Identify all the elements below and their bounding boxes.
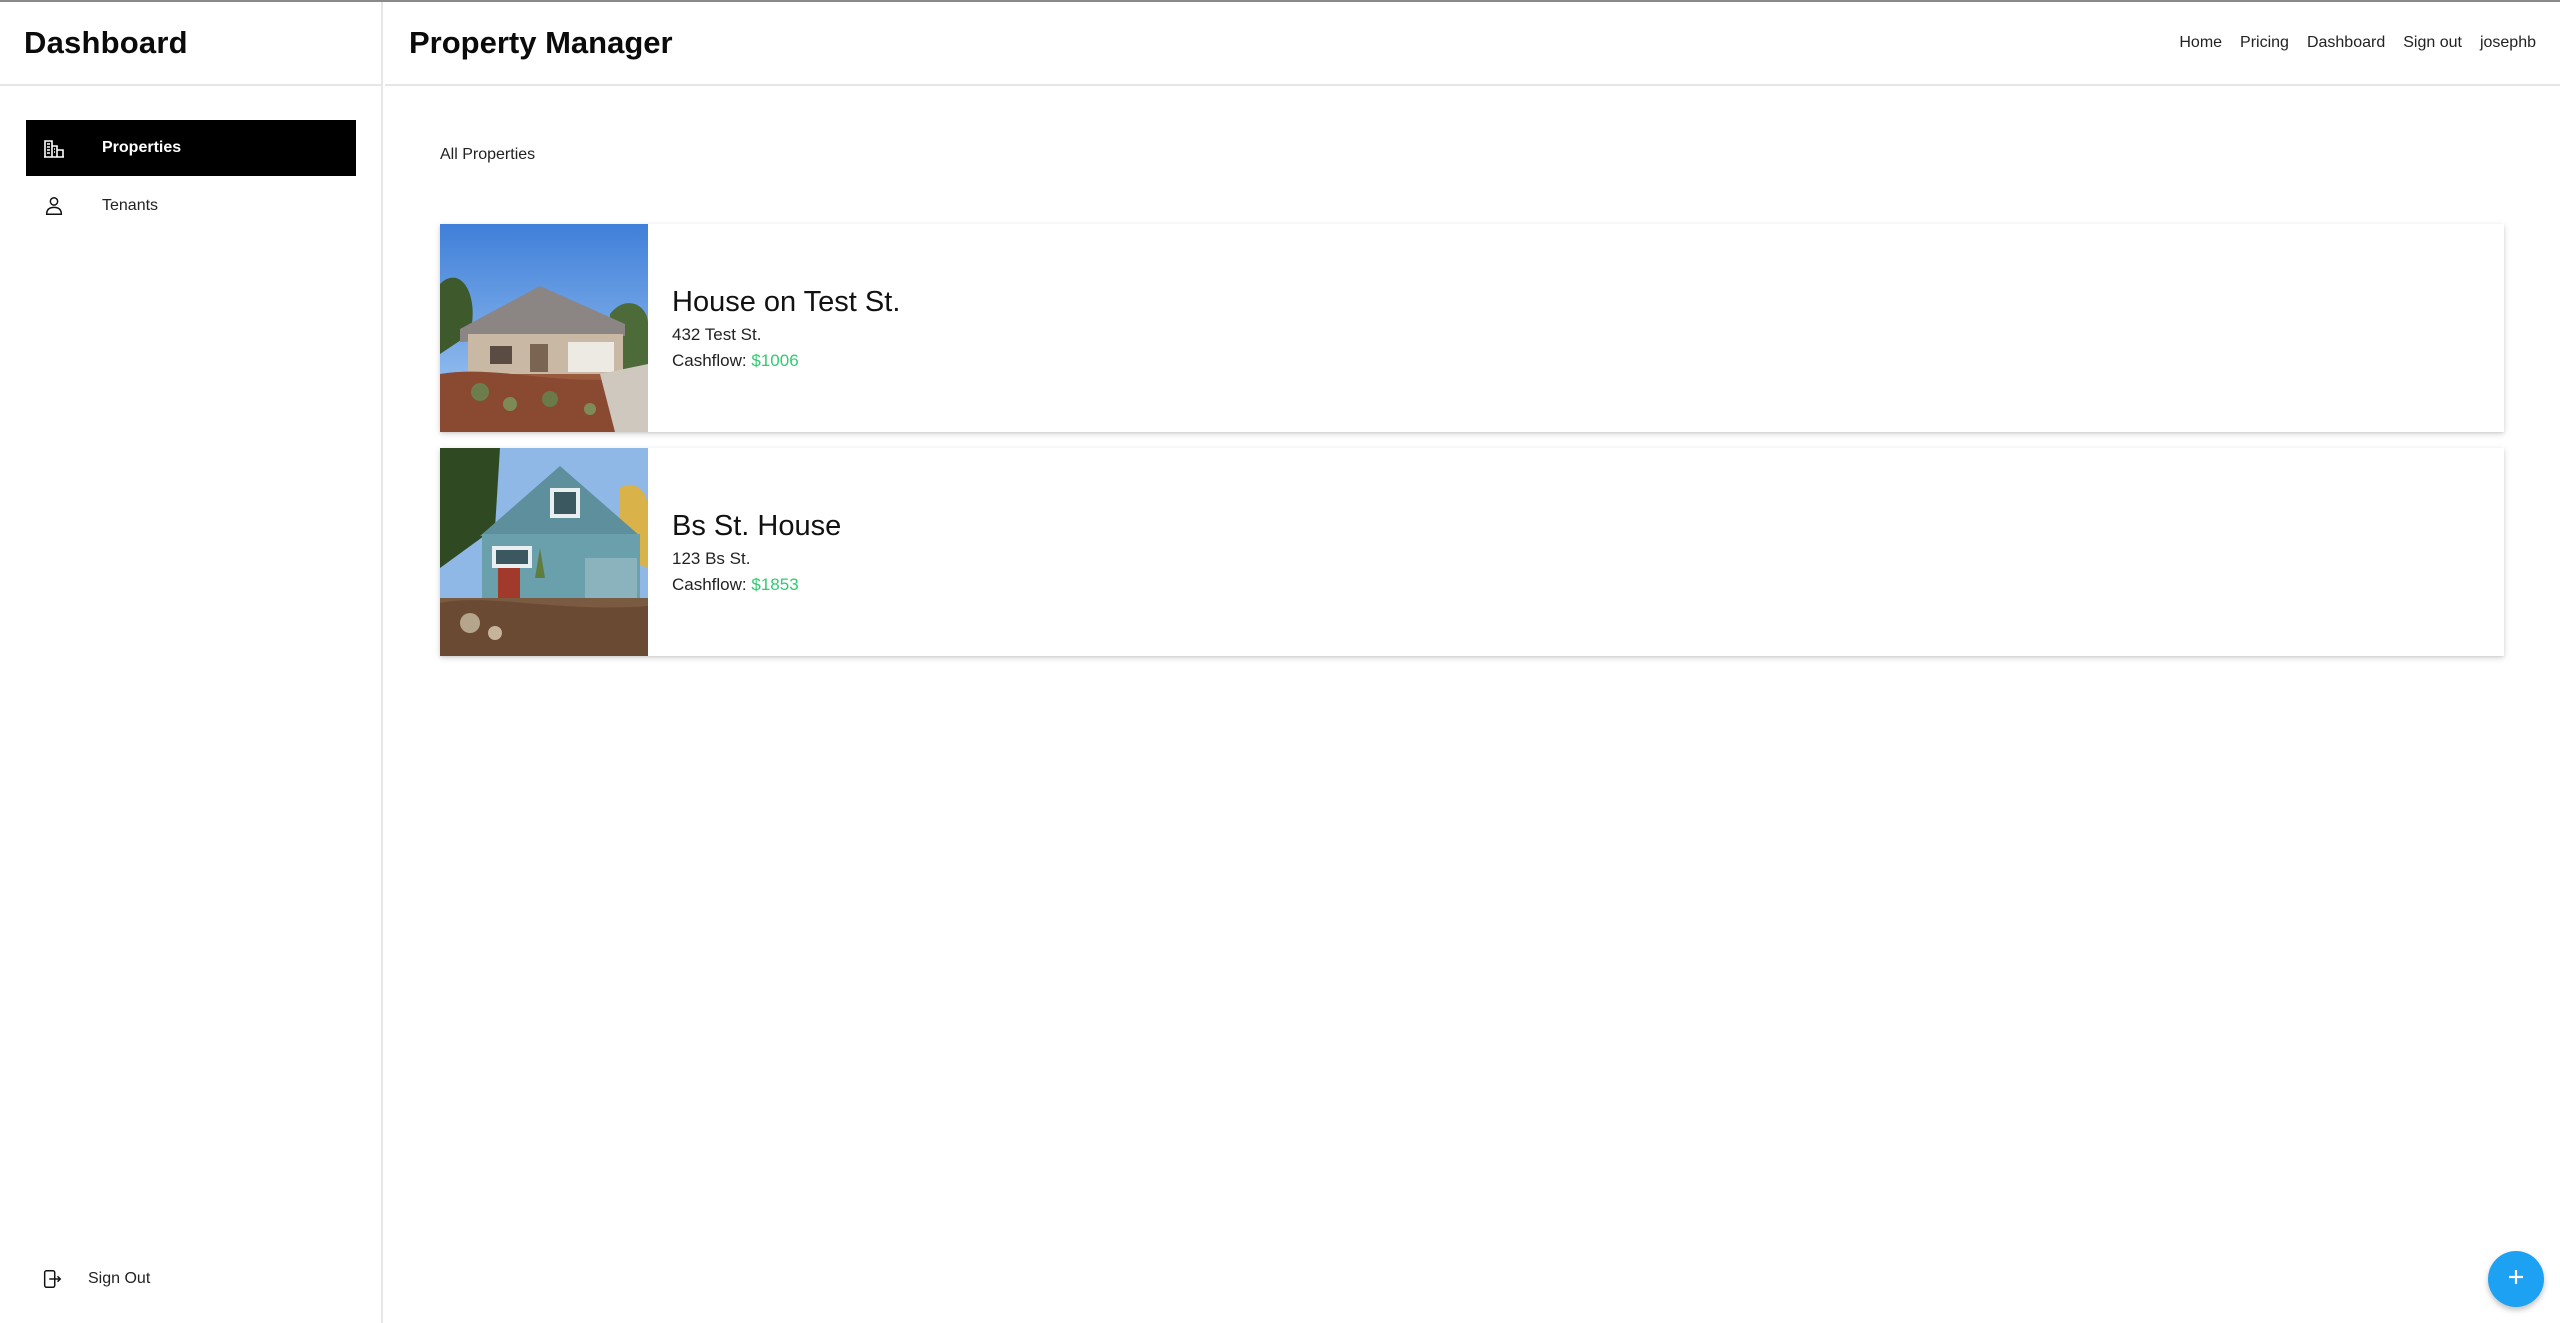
sidebar-item-label: Tenants: [102, 197, 159, 214]
app-root: Dashboard Properties Tenants Sign Out Pr…: [0, 0, 2560, 1323]
property-cashflow: Cashflow: $1006: [672, 351, 900, 371]
top-nav: Home Pricing Dashboard Sign out josephb: [2179, 34, 2536, 52]
cashflow-amount: $1853: [751, 574, 799, 594]
property-info: Bs St. House 123 Bs St. Cashflow: $1853: [648, 448, 841, 656]
nav-link-sign-out[interactable]: Sign out: [2403, 34, 2462, 52]
page-title: Property Manager: [409, 25, 673, 60]
breadcrumb: All Properties: [440, 146, 536, 163]
sign-out-icon: [40, 1267, 64, 1291]
top-bar: Property Manager Home Pricing Dashboard …: [385, 2, 2560, 86]
property-cashflow: Cashflow: $1853: [672, 575, 841, 595]
property-photo: [440, 224, 648, 432]
nav-link-user[interactable]: josephb: [2480, 34, 2536, 52]
cashflow-label: Cashflow:: [672, 350, 747, 370]
sidebar-nav: Properties Tenants: [26, 120, 356, 236]
sidebar-signout[interactable]: Sign Out: [40, 1267, 150, 1291]
sidebar: Dashboard Properties Tenants Sign Out: [0, 2, 383, 1323]
sidebar-item-tenants[interactable]: Tenants: [26, 178, 356, 234]
add-property-button[interactable]: [2488, 1251, 2544, 1307]
nav-link-dashboard[interactable]: Dashboard: [2307, 34, 2385, 52]
property-list: House on Test St. 432 Test St. Cashflow:…: [440, 224, 2504, 672]
sidebar-item-label: Properties: [102, 139, 182, 156]
signout-label: Sign Out: [88, 1270, 151, 1287]
nav-link-home[interactable]: Home: [2179, 34, 2222, 52]
building-icon: [40, 134, 68, 162]
property-name: Bs St. House: [672, 509, 842, 542]
property-address: 432 Test St.: [672, 324, 762, 344]
property-info: House on Test St. 432 Test St. Cashflow:…: [648, 224, 900, 432]
main-content: All Properties House on Test St. 432 Tes…: [385, 88, 2560, 1323]
cashflow-amount: $1006: [751, 350, 799, 370]
property-card[interactable]: House on Test St. 432 Test St. Cashflow:…: [440, 224, 2504, 432]
property-name: House on Test St.: [672, 285, 901, 318]
sidebar-item-properties[interactable]: Properties: [26, 120, 356, 176]
plus-icon: [2504, 1265, 2528, 1294]
property-photo: [440, 448, 648, 656]
sidebar-title: Dashboard: [24, 25, 188, 60]
nav-link-pricing[interactable]: Pricing: [2240, 34, 2289, 52]
cashflow-label: Cashflow:: [672, 574, 747, 594]
person-icon: [40, 192, 68, 220]
sidebar-header: Dashboard: [0, 2, 381, 86]
property-card[interactable]: Bs St. House 123 Bs St. Cashflow: $1853: [440, 448, 2504, 656]
property-address: 123 Bs St.: [672, 548, 751, 568]
